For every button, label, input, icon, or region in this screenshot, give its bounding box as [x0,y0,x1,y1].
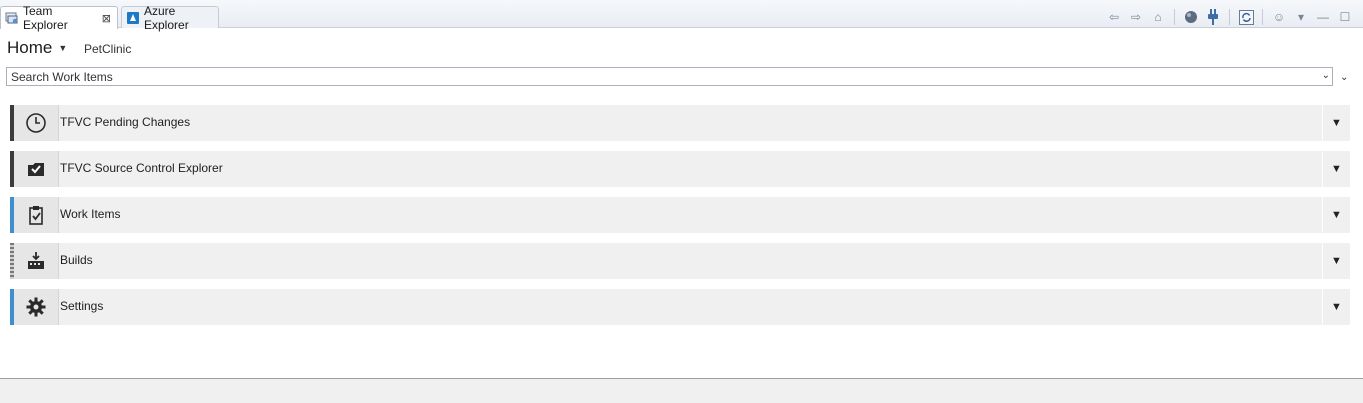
section-builds[interactable]: Builds ▼ [10,243,1350,279]
home-icon[interactable]: ⌂ [1150,9,1166,25]
section-work-items[interactable]: Work Items ▼ [10,197,1350,233]
back-icon[interactable]: ⇦ [1106,9,1122,25]
clipboard-check-icon [14,197,59,233]
section-label: TFVC Pending Changes [60,115,191,129]
section-source-control-explorer[interactable]: TFVC Source Control Explorer ▼ [10,151,1350,187]
section-label: Work Items [60,207,121,221]
connect-icon[interactable] [1183,9,1199,25]
separator [1229,9,1230,25]
plug-icon[interactable] [1205,9,1221,25]
chevron-down-icon[interactable]: ▼ [58,43,67,53]
feedback-smile-icon[interactable]: ☺ [1271,9,1287,25]
toolbar: ⇦ ⇨ ⌂ ☺ ▾ — ☐ [1106,8,1353,26]
search-input[interactable] [7,68,1307,85]
tab-label: Azure Explorer [144,3,189,32]
minimize-icon[interactable]: — [1315,9,1331,25]
tab-team-explorer[interactable]: Team Explorer ⊠ [0,4,118,32]
section-pending-changes[interactable]: TFVC Pending Changes ▼ [10,105,1350,141]
section-label: TFVC Source Control Explorer [60,161,223,175]
forward-icon[interactable]: ⇨ [1128,9,1144,25]
scroll-down-icon[interactable]: ⌄ [1340,72,1348,83]
section-settings[interactable]: Settings ▼ [10,289,1350,325]
team-explorer-window: Team Explorer ⊠ Azure Explorer ⇦ ⇨ ⌂ ☺ ▾… [0,0,1363,379]
section-label: Builds [60,253,93,267]
section-label: Settings [60,299,104,313]
page-title: Home [7,38,53,57]
expand-icon[interactable]: ▼ [1322,289,1350,325]
tab-label: Team Explorer [23,4,68,32]
search-box[interactable]: ⌄ [6,67,1333,86]
clock-icon [14,105,59,141]
page-title-home[interactable]: Home ▼ [7,38,67,58]
maximize-icon[interactable]: ☐ [1337,9,1353,25]
expand-icon[interactable]: ▼ [1322,151,1350,187]
view-menu-icon[interactable]: ▾ [1293,9,1309,25]
builds-icon [14,243,59,279]
expand-icon[interactable]: ▼ [1322,105,1350,141]
folder-check-icon [14,151,59,187]
azure-icon [126,11,140,25]
gear-icon [14,289,59,325]
refresh-icon[interactable] [1238,9,1254,25]
search-dropdown-icon[interactable]: ⌄ [1322,70,1330,81]
separator [1174,9,1175,25]
team-explorer-icon [5,11,19,25]
tab-azure-explorer[interactable]: Azure Explorer [121,4,219,32]
expand-icon[interactable]: ▼ [1322,243,1350,279]
status-area [0,379,1363,403]
close-icon[interactable]: ⊠ [102,12,111,25]
expand-icon[interactable]: ▼ [1322,197,1350,233]
tab-bar: Team Explorer ⊠ Azure Explorer ⇦ ⇨ ⌂ ☺ ▾… [0,0,1363,32]
project-name: PetClinic [84,42,132,56]
separator [1262,9,1263,25]
